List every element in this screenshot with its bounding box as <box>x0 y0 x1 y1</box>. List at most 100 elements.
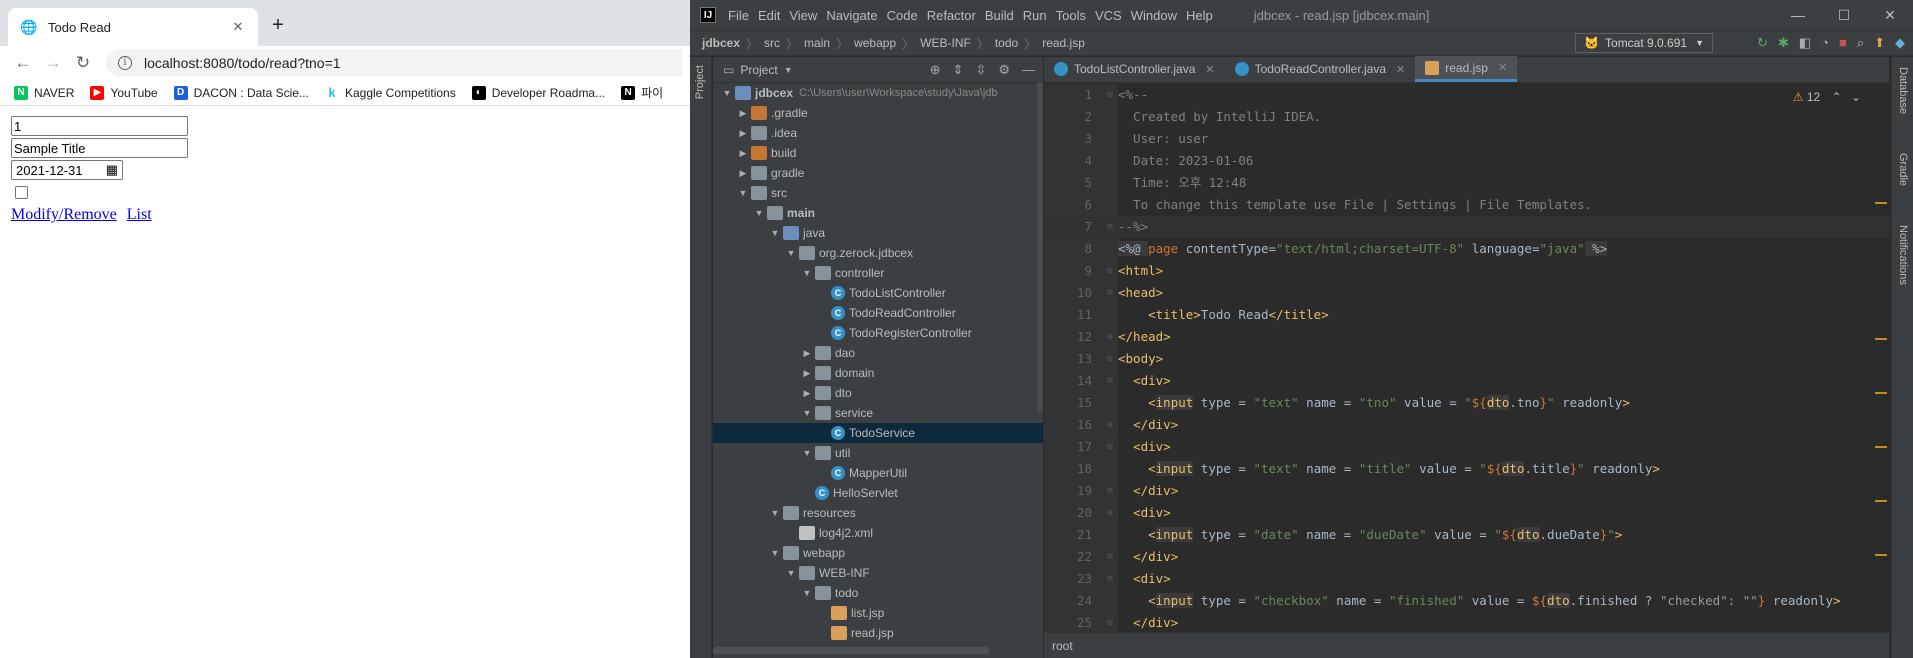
chevron-down-icon[interactable]: ▼ <box>719 88 735 98</box>
tree-item[interactable]: ▶ dao <box>713 343 1043 363</box>
tree-item[interactable]: ▼ org.zerock.jdbcex <box>713 243 1043 263</box>
code-line[interactable]: 25 ⊟ </div> <box>1044 612 1889 634</box>
run-config-select[interactable]: 🐱 Tomcat 9.0.691 ▼ <box>1575 33 1713 53</box>
collapse-all-icon[interactable]: ⇳ <box>975 62 986 78</box>
tree-item[interactable]: ▶ gradle <box>713 163 1043 183</box>
expand-all-icon[interactable]: ⇕ <box>953 62 964 78</box>
bookmark-item[interactable]: N NAVER <box>14 85 74 100</box>
fold-icon[interactable]: ⊟ <box>1102 612 1118 634</box>
hide-icon[interactable]: — <box>1022 62 1035 78</box>
breadcrumb-item[interactable]: jdbcex <box>702 36 740 50</box>
chevron-down-icon[interactable]: ⌄ <box>1851 90 1861 104</box>
modify-remove-link[interactable]: Modify/Remove <box>11 206 117 223</box>
fold-icon[interactable]: ⊟ <box>1102 502 1118 524</box>
tree-item[interactable]: ▼ src <box>713 183 1043 203</box>
fold-icon[interactable]: ⊟ <box>1102 84 1118 106</box>
code-line[interactable]: 6 To change this template use File | Set… <box>1044 194 1889 216</box>
menu-item-vcs[interactable]: VCS <box>1095 8 1122 23</box>
editor-tab[interactable]: read.jsp ✕ <box>1415 56 1518 82</box>
warnings-indicator[interactable]: ⚠ 12 ⌃ ⌄ <box>1793 90 1861 104</box>
tree-item[interactable]: log4j2.xml <box>713 523 1043 543</box>
code-area[interactable]: 1 ⊟ <%-- 2 Created by IntelliJ IDEA. 3 User:… <box>1044 84 1889 632</box>
debug-icon[interactable]: ✱ <box>1778 35 1789 51</box>
code-line[interactable]: 13 ⊟ <body> <box>1044 348 1889 370</box>
close-tab-icon[interactable]: ✕ <box>1205 63 1214 76</box>
chevron-right-icon[interactable]: ▶ <box>799 348 815 359</box>
search-icon[interactable]: ⌕ <box>1857 35 1864 51</box>
menu-item-file[interactable]: File <box>728 8 749 23</box>
chevron-down-icon[interactable]: ▼ <box>783 568 799 578</box>
tree-item[interactable]: ▼ todo <box>713 583 1043 603</box>
rerun-icon[interactable]: ↻ <box>1757 35 1768 51</box>
side-tool-database[interactable]: Database <box>1897 67 1909 114</box>
code-line[interactable]: 17 ⊟ <div> <box>1044 436 1889 458</box>
tree-item[interactable]: ▼ main <box>713 203 1043 223</box>
vertical-scrollbar[interactable] <box>1037 82 1043 412</box>
tree-item[interactable]: C TodoListController <box>713 283 1043 303</box>
menu-item-view[interactable]: View <box>789 8 817 23</box>
plugin-icon[interactable]: ◆ <box>1895 35 1905 51</box>
bookmark-item[interactable]: k Kaggle Competitions <box>325 85 455 100</box>
tree-item[interactable]: C TodoRegisterController <box>713 323 1043 343</box>
address-bar[interactable]: i localhost:8080/todo/read?tno=1 <box>106 49 682 77</box>
code-line[interactable]: 18 <input type = "text" name = "title" v… <box>1044 458 1889 480</box>
code-line[interactable]: 22 ⊟ </div> <box>1044 546 1889 568</box>
code-line[interactable]: 19 ⊟ </div> <box>1044 480 1889 502</box>
finished-checkbox[interactable] <box>15 186 28 199</box>
chevron-right-icon[interactable]: ▶ <box>735 168 751 179</box>
fold-icon[interactable]: ⊟ <box>1102 436 1118 458</box>
tree-item[interactable]: ▼ webapp <box>713 543 1043 563</box>
chevron-right-icon[interactable]: ▶ <box>799 368 815 379</box>
error-stripe-mark[interactable] <box>1875 554 1887 556</box>
code-line[interactable]: 15 <input type = "text" name = "tno" val… <box>1044 392 1889 414</box>
reload-icon[interactable]: ↻ <box>68 53 98 73</box>
error-stripe-mark[interactable] <box>1875 500 1887 502</box>
fold-icon[interactable]: ⊟ <box>1102 370 1118 392</box>
breadcrumb-item[interactable]: src <box>764 36 780 50</box>
new-tab-button[interactable]: + <box>266 14 290 37</box>
info-icon[interactable]: i <box>118 56 132 70</box>
chevron-right-icon[interactable]: ▶ <box>735 108 751 119</box>
breadcrumb-item[interactable]: main <box>804 36 830 50</box>
menu-item-run[interactable]: Run <box>1023 8 1047 23</box>
menu-item-edit[interactable]: Edit <box>758 8 780 23</box>
tree-item[interactable]: ▼ resources <box>713 503 1043 523</box>
code-line[interactable]: 12 ⊟ </head> <box>1044 326 1889 348</box>
update-icon[interactable]: ⬆ <box>1874 35 1885 51</box>
title-input[interactable] <box>11 138 188 158</box>
menu-item-window[interactable]: Window <box>1131 8 1177 23</box>
tree-item[interactable]: C HelloServlet <box>713 483 1043 503</box>
tno-input[interactable] <box>11 116 188 136</box>
menu-item-navigate[interactable]: Navigate <box>826 8 877 23</box>
close-tab-icon[interactable]: ✕ <box>1396 63 1405 76</box>
chevron-down-icon[interactable]: ▼ <box>799 448 815 458</box>
error-stripe-mark[interactable] <box>1875 338 1887 340</box>
tree-item[interactable]: ▶ .idea <box>713 123 1043 143</box>
tree-item[interactable]: ▼ jdbcex C:\Users\user\Workspace\study\Jav… <box>713 83 1043 103</box>
code-line[interactable]: 24 <input type = "checkbox" name = "fini… <box>1044 590 1889 612</box>
tree-item[interactable]: ▼ service <box>713 403 1043 423</box>
close-tab-icon[interactable]: ✕ <box>1498 61 1507 74</box>
fold-icon[interactable]: ⊟ <box>1102 480 1118 502</box>
tree-item[interactable]: ▶ domain <box>713 363 1043 383</box>
chevron-down-icon[interactable]: ▼ <box>799 408 815 418</box>
tree-item[interactable]: list.jsp <box>713 603 1043 623</box>
editor-tab[interactable]: TodoListController.java ✕ <box>1044 56 1225 82</box>
editor-tab[interactable]: TodoReadController.java ✕ <box>1225 56 1416 82</box>
close-tab-icon[interactable]: ✕ <box>230 19 246 35</box>
breadcrumb-item[interactable]: todo <box>995 36 1018 50</box>
tree-item[interactable]: ▶ .gradle <box>713 103 1043 123</box>
chevron-right-icon[interactable]: ▶ <box>735 148 751 159</box>
tree-item[interactable]: ▶ build <box>713 143 1043 163</box>
bookmark-item[interactable]: ◐ Developer Roadma... <box>471 85 605 100</box>
fold-icon[interactable]: ⊟ <box>1102 326 1118 348</box>
error-stripe-mark[interactable] <box>1875 392 1887 394</box>
coverage-icon[interactable]: ◧ <box>1799 35 1811 51</box>
code-line[interactable]: 16 ⊟ </div> <box>1044 414 1889 436</box>
chevron-right-icon[interactable]: ▶ <box>799 388 815 399</box>
calendar-icon[interactable]: ▦ <box>106 162 118 178</box>
chevron-up-icon[interactable]: ⌃ <box>1832 90 1842 104</box>
tree-item[interactable]: read.jsp <box>713 623 1043 643</box>
menu-item-tools[interactable]: Tools <box>1056 8 1086 23</box>
error-stripe-mark[interactable] <box>1875 202 1887 204</box>
